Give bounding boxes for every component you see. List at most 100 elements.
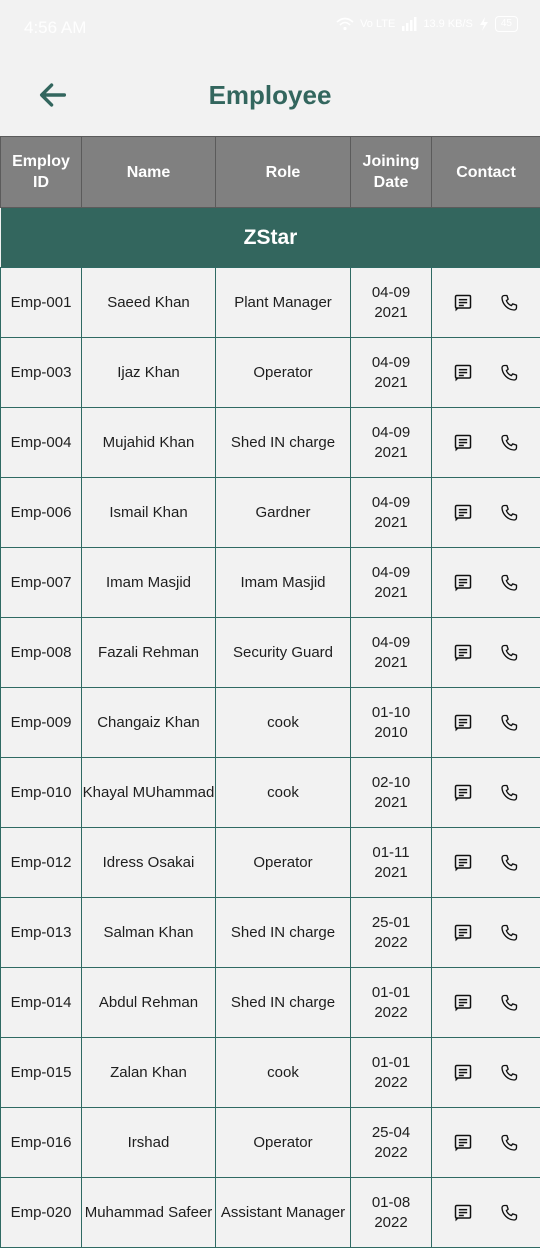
joining-date-day: 01-01	[351, 1053, 431, 1073]
message-icon[interactable]	[453, 923, 473, 943]
group-label: ZStar	[1, 208, 540, 268]
phone-icon[interactable]	[499, 1063, 519, 1083]
employee-id: Emp-012	[1, 828, 82, 898]
employee-id: Emp-004	[1, 408, 82, 478]
table-row[interactable]: Emp-007Imam MasjidImam Masjid04-092021	[1, 548, 540, 618]
table-row[interactable]: Emp-016IrshadOperator25-042022	[1, 1108, 540, 1178]
joining-date-year: 2022	[351, 1143, 431, 1163]
employee-role: Operator	[216, 1108, 351, 1178]
employee-id: Emp-013	[1, 898, 82, 968]
phone-icon[interactable]	[499, 853, 519, 873]
table-row[interactable]: Emp-009Changaiz Khancook01-102010	[1, 688, 540, 758]
joining-date-day: 01-08	[351, 1193, 431, 1213]
employee-name: Abdul Rehman	[82, 968, 216, 1038]
employee-id: Emp-014	[1, 968, 82, 1038]
employee-name: Ismail Khan	[82, 478, 216, 548]
contact-cell	[432, 688, 540, 758]
message-icon[interactable]	[453, 363, 473, 383]
table-row[interactable]: Emp-008Fazali RehmanSecurity Guard04-092…	[1, 618, 540, 688]
contact-cell	[432, 758, 540, 828]
message-icon[interactable]	[453, 1063, 473, 1083]
joining-date-day: 04-09	[351, 493, 431, 513]
table-row[interactable]: Emp-014Abdul RehmanShed IN charge01-0120…	[1, 968, 540, 1038]
message-icon[interactable]	[453, 713, 473, 733]
joining-date: 04-092021	[351, 478, 432, 548]
employee-id: Emp-007	[1, 548, 82, 618]
status-bar: 4:56 AM Vo LTE 13.9 KB/S 45	[0, 0, 540, 56]
employee-role: Plant Manager	[216, 268, 351, 338]
employee-role: Assistant Manager	[216, 1178, 351, 1248]
table-row[interactable]: Emp-012Idress OsakaiOperator01-112021	[1, 828, 540, 898]
phone-icon[interactable]	[499, 363, 519, 383]
joining-date-day: 04-09	[351, 423, 431, 443]
phone-icon[interactable]	[499, 783, 519, 803]
column-header-id: Employ ID	[1, 137, 82, 208]
joining-date: 02-102021	[351, 758, 432, 828]
message-icon[interactable]	[453, 503, 473, 523]
joining-date-year: 2021	[351, 583, 431, 603]
phone-icon[interactable]	[499, 1133, 519, 1153]
phone-icon[interactable]	[499, 643, 519, 663]
joining-date: 01-012022	[351, 1038, 432, 1108]
joining-date: 01-102010	[351, 688, 432, 758]
table-row[interactable]: Emp-013Salman KhanShed IN charge25-01202…	[1, 898, 540, 968]
contact-cell	[432, 968, 540, 1038]
employee-id: Emp-015	[1, 1038, 82, 1108]
table-row[interactable]: Emp-006Ismail KhanGardner04-092021	[1, 478, 540, 548]
contact-cell	[432, 268, 540, 338]
joining-date: 01-082022	[351, 1178, 432, 1248]
employee-id: Emp-003	[1, 338, 82, 408]
employee-name: Muhammad Safeer	[82, 1178, 216, 1248]
message-icon[interactable]	[453, 293, 473, 313]
phone-icon[interactable]	[499, 293, 519, 313]
message-icon[interactable]	[453, 573, 473, 593]
employee-id: Emp-016	[1, 1108, 82, 1178]
phone-icon[interactable]	[499, 573, 519, 593]
phone-icon[interactable]	[499, 713, 519, 733]
joining-date-year: 2021	[351, 373, 431, 393]
message-icon[interactable]	[453, 1203, 473, 1223]
phone-icon[interactable]	[499, 503, 519, 523]
employee-id: Emp-001	[1, 268, 82, 338]
employee-role: Shed IN charge	[216, 898, 351, 968]
employee-name: Fazali Rehman	[82, 618, 216, 688]
contact-cell	[432, 618, 540, 688]
table-row[interactable]: Emp-001Saeed KhanPlant Manager04-092021	[1, 268, 540, 338]
employee-name: Mujahid Khan	[82, 408, 216, 478]
table-row[interactable]: Emp-004Mujahid KhanShed IN charge04-0920…	[1, 408, 540, 478]
contact-cell	[432, 338, 540, 408]
phone-icon[interactable]	[499, 923, 519, 943]
message-icon[interactable]	[453, 853, 473, 873]
employee-role: Security Guard	[216, 618, 351, 688]
phone-icon[interactable]	[499, 993, 519, 1013]
joining-date-year: 2021	[351, 863, 431, 883]
column-header-role: Role	[216, 137, 351, 208]
network-type: Vo LTE	[360, 18, 395, 30]
message-icon[interactable]	[453, 643, 473, 663]
phone-icon[interactable]	[499, 433, 519, 453]
phone-icon[interactable]	[499, 1203, 519, 1223]
joining-date: 04-092021	[351, 268, 432, 338]
message-icon[interactable]	[453, 433, 473, 453]
app-bar: Employee	[0, 56, 540, 136]
table-row[interactable]: Emp-003Ijaz KhanOperator04-092021	[1, 338, 540, 408]
message-icon[interactable]	[453, 993, 473, 1013]
employee-role: Gardner	[216, 478, 351, 548]
table-row[interactable]: Emp-010Khayal MUhammadcook02-102021	[1, 758, 540, 828]
joining-date-day: 01-11	[351, 843, 431, 863]
page-title: Employee	[0, 80, 540, 111]
employee-id: Emp-009	[1, 688, 82, 758]
joining-date-year: 2022	[351, 1003, 431, 1023]
joining-date-year: 2022	[351, 933, 431, 953]
table-row[interactable]: Emp-020Muhammad SafeerAssistant Manager0…	[1, 1178, 540, 1248]
contact-cell	[432, 828, 540, 898]
message-icon[interactable]	[453, 1133, 473, 1153]
table-row[interactable]: Emp-015Zalan Khancook01-012022	[1, 1038, 540, 1108]
joining-date-year: 2021	[351, 653, 431, 673]
contact-cell	[432, 408, 540, 478]
employee-name: Ijaz Khan	[82, 338, 216, 408]
employee-id: Emp-006	[1, 478, 82, 548]
contact-cell	[432, 1038, 540, 1108]
employee-role: Shed IN charge	[216, 408, 351, 478]
message-icon[interactable]	[453, 783, 473, 803]
